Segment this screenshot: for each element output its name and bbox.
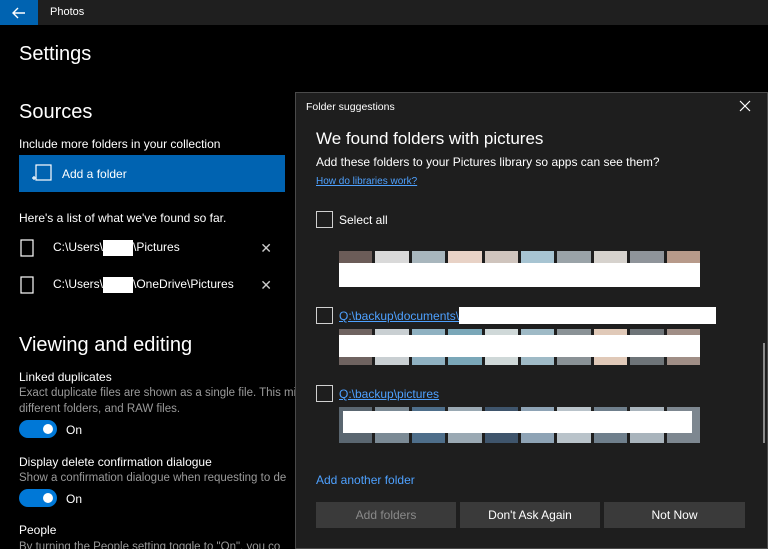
folder-link[interactable]: Q:\backup\pictures — [339, 387, 439, 401]
delete-toggle-state: On — [66, 492, 83, 506]
select-all-checkbox[interactable] — [316, 211, 333, 228]
app-title: Photos — [50, 6, 85, 18]
include-folders-label: Include more folders in your collection — [19, 137, 221, 151]
folder-path: C:\Users\ \OneDrive\Pictures — [53, 277, 234, 293]
page-title: Settings — [19, 43, 92, 65]
dialog-heading: We found folders with pictures — [316, 129, 544, 148]
folder-document-icon — [20, 239, 34, 257]
add-folders-button[interactable]: Add folders — [316, 502, 456, 528]
delete-confirm-label: Display delete confirmation dialogue — [19, 455, 212, 469]
linked-duplicates-desc-1: Exact duplicate files are shown as a sin… — [19, 387, 297, 399]
add-folder-button[interactable]: Add a folder — [19, 155, 285, 192]
folder-document-icon — [20, 276, 34, 294]
how-libraries-work-link[interactable]: How do libraries work? — [316, 176, 417, 187]
redacted-username — [103, 240, 134, 256]
found-list-label: Here's a list of what we've found so far… — [19, 211, 227, 225]
folder-suggestions-dialog: Folder suggestions We found folders with… — [295, 92, 768, 549]
dialog-scrollbar[interactable] — [763, 343, 765, 443]
arrow-left-icon — [12, 7, 25, 18]
redacted-area — [343, 411, 692, 433]
close-icon[interactable] — [737, 98, 753, 114]
delete-confirm-toggle[interactable] — [19, 489, 57, 507]
not-now-button[interactable]: Not Now — [604, 502, 745, 528]
folder-path: C:\Users\ \Pictures — [53, 240, 180, 256]
linked-duplicates-label: Linked duplicates — [19, 370, 112, 384]
folder-checkbox[interactable] — [316, 307, 333, 324]
select-all-label: Select all — [339, 213, 388, 227]
people-desc: By turning the People setting toggle to … — [19, 541, 281, 549]
dialog-title: Folder suggestions — [306, 101, 395, 113]
linked-duplicates-desc-2: different folders, and RAW files. — [19, 403, 181, 415]
dialog-subtitle: Add these folders to your Pictures libra… — [316, 155, 660, 169]
back-button[interactable] — [0, 0, 38, 25]
remove-folder-icon[interactable]: ✕ — [260, 240, 272, 257]
add-folder-icon — [32, 163, 52, 181]
add-another-folder-link[interactable]: Add another folder — [316, 473, 415, 487]
redacted-area — [339, 335, 700, 357]
title-bar: Photos — [0, 0, 768, 25]
redacted-area — [339, 263, 700, 287]
linked-duplicates-toggle[interactable] — [19, 420, 57, 438]
redacted-area — [459, 307, 716, 324]
dont-ask-again-button[interactable]: Don't Ask Again — [460, 502, 600, 528]
redacted-username — [103, 277, 134, 293]
add-folder-label: Add a folder — [62, 166, 127, 181]
delete-confirm-desc: Show a confirmation dialogue when reques… — [19, 472, 287, 484]
viewing-heading: Viewing and editing — [19, 334, 193, 356]
folder-link[interactable]: Q:\backup\documents\ — [339, 309, 459, 323]
linked-toggle-state: On — [66, 423, 83, 437]
people-label: People — [19, 523, 57, 537]
folder-checkbox[interactable] — [316, 385, 333, 402]
folder-item: C:\Users\ \OneDrive\Pictures ✕ — [19, 274, 279, 296]
sources-heading: Sources — [19, 101, 93, 123]
remove-folder-icon[interactable]: ✕ — [260, 277, 272, 294]
folder-item: C:\Users\ \Pictures ✕ — [19, 237, 279, 259]
